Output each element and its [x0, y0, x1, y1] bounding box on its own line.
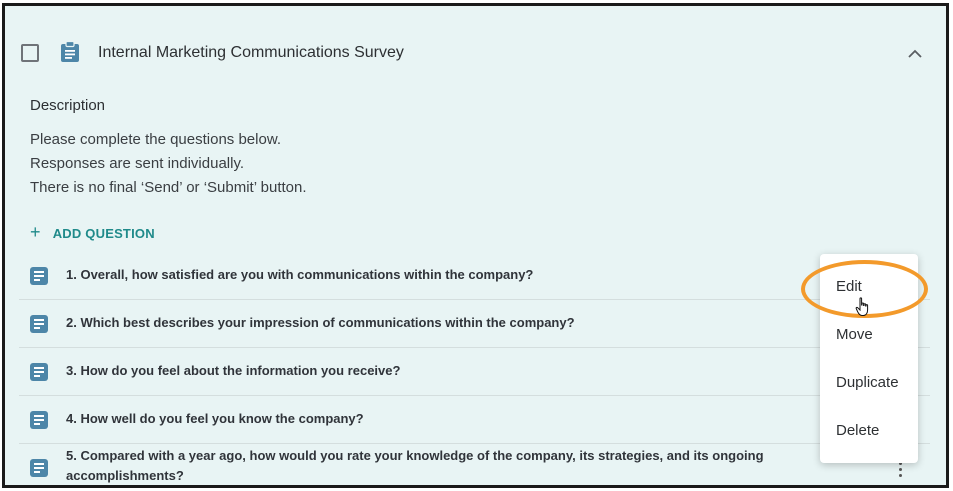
plus-icon: +: [30, 222, 41, 242]
description-line: Responses are sent individually.: [30, 155, 245, 172]
menu-item-delete[interactable]: Delete: [836, 422, 879, 439]
question-row[interactable]: 1. Overall, how satisfied are you with c…: [19, 252, 930, 300]
clipboard-icon: [61, 41, 79, 62]
text-question-icon: [30, 459, 48, 477]
question-row[interactable]: 3. How do you feel about the information…: [19, 348, 930, 396]
question-text: 5. Compared with a year ago, how would y…: [66, 448, 764, 483]
question-row[interactable]: 4. How well do you feel you know the com…: [19, 396, 930, 444]
add-question-label: ADD QUESTION: [52, 226, 155, 241]
hand-pointer-icon: [855, 297, 869, 316]
text-question-icon: [30, 315, 48, 333]
question-row[interactable]: 2. Which best describes your impression …: [19, 300, 930, 348]
question-row[interactable]: 5. Compared with a year ago, how would y…: [19, 444, 930, 485]
chevron-up-icon[interactable]: [907, 47, 923, 59]
survey-title: Internal Marketing Communications Survey: [98, 44, 404, 61]
text-question-icon: [30, 267, 48, 285]
menu-item-move[interactable]: Move: [836, 326, 873, 343]
description-heading: Description: [30, 97, 106, 114]
menu-item-duplicate[interactable]: Duplicate: [836, 374, 899, 391]
select-survey-checkbox[interactable]: [21, 44, 39, 62]
description-line: There is no final ‘Send’ or ‘Submit’ but…: [30, 179, 307, 196]
description-line: Please complete the questions below.: [30, 131, 281, 148]
survey-panel: Internal Marketing Communications Survey…: [2, 3, 949, 488]
text-question-icon: [30, 363, 48, 381]
add-question-button[interactable]: + ADD QUESTION: [30, 222, 155, 243]
question-text: 4. How well do you feel you know the com…: [66, 411, 364, 426]
more-vertical-icon[interactable]: [897, 462, 903, 482]
question-text: 3. How do you feel about the information…: [66, 363, 401, 378]
question-text: 2. Which best describes your impression …: [66, 315, 575, 330]
text-question-icon: [30, 411, 48, 429]
question-text: 1. Overall, how satisfied are you with c…: [66, 267, 534, 282]
